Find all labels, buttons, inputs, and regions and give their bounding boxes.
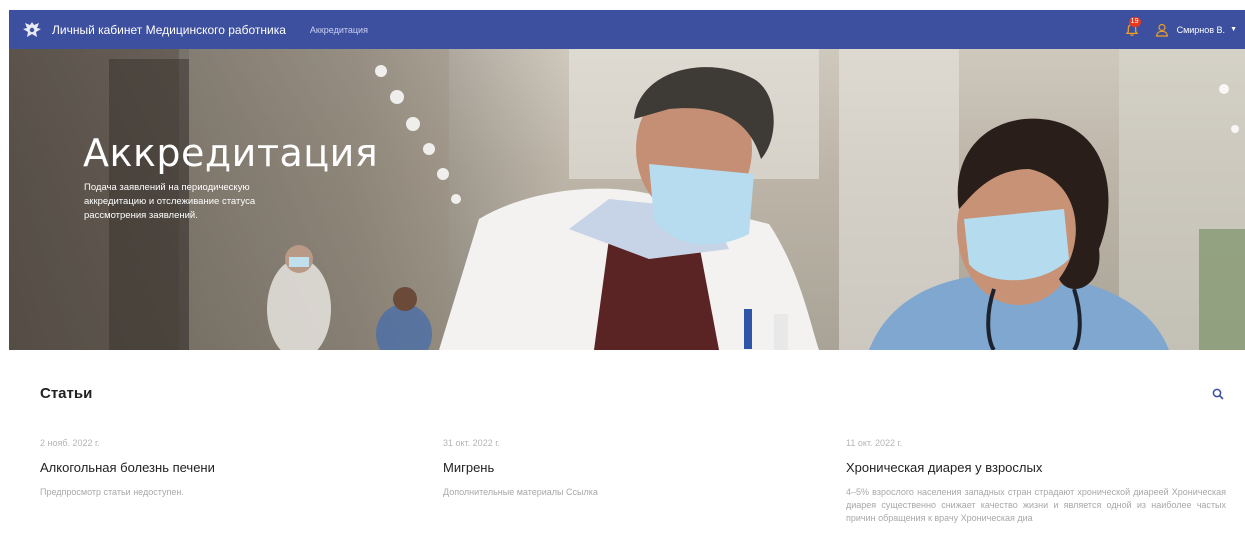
article-preview: 4–5% взрослого населения западных стран … bbox=[846, 487, 1226, 523]
user-name: Смирнов В. bbox=[1176, 24, 1226, 35]
search-icon bbox=[1212, 388, 1224, 400]
article-preview: Дополнительные материалы Ссылка bbox=[443, 487, 598, 497]
article-card[interactable]: 31 окт. 2022 г. Мигрень Дополнительные м… bbox=[443, 438, 803, 499]
article-card[interactable]: 2 нояб. 2022 г. Алкогольная болезнь пече… bbox=[40, 438, 390, 499]
hero-banner: Аккредитация Подача заявлений на периоди… bbox=[9, 49, 1245, 350]
top-navbar: Личный кабинет Медицинского работника Ак… bbox=[9, 10, 1245, 49]
page: Личный кабинет Медицинского работника Ак… bbox=[0, 0, 1245, 547]
brand-title[interactable]: Личный кабинет Медицинского работника bbox=[52, 23, 286, 37]
article-title[interactable]: Алкогольная болезнь печени bbox=[40, 460, 390, 475]
eagle-emblem-icon[interactable] bbox=[21, 19, 43, 41]
chevron-down-icon: ▼ bbox=[1230, 26, 1237, 33]
articles-section-title: Статьи bbox=[40, 385, 93, 402]
hero-title: Аккредитация bbox=[83, 131, 379, 175]
user-menu[interactable]: Смирнов В. ▼ bbox=[1155, 23, 1237, 37]
article-title[interactable]: Мигрень bbox=[443, 460, 803, 475]
notification-count-badge: 19 bbox=[1128, 16, 1141, 27]
user-icon bbox=[1155, 23, 1168, 37]
article-preview: Предпросмотр статьи недоступен. bbox=[40, 487, 184, 497]
article-date: 11 окт. 2022 г. bbox=[846, 438, 903, 448]
notifications-button[interactable]: 19 bbox=[1123, 16, 1141, 39]
article-title[interactable]: Хроническая диарея у взрослых bbox=[846, 460, 1226, 475]
nav-link-accreditation[interactable]: Аккредитация bbox=[310, 25, 368, 35]
hero-subtitle: Подача заявлений на периодическую аккред… bbox=[84, 182, 256, 221]
article-card[interactable]: 11 окт. 2022 г. Хроническая диарея у взр… bbox=[846, 438, 1226, 525]
search-button[interactable] bbox=[1211, 387, 1225, 401]
article-date: 31 окт. 2022 г. bbox=[443, 438, 500, 448]
article-date: 2 нояб. 2022 г. bbox=[40, 438, 100, 448]
